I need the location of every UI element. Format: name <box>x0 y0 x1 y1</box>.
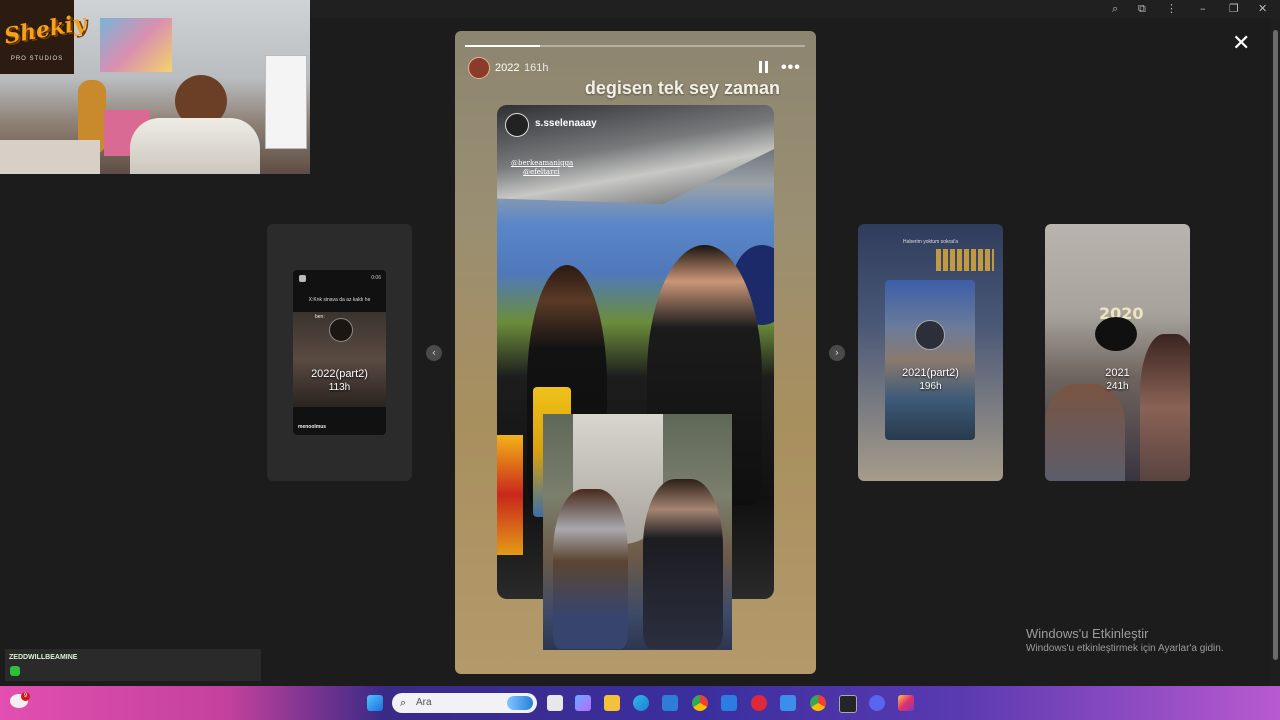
more-options-icon[interactable]: ••• <box>781 59 801 77</box>
story-card-prev-preview: 0:06 X:Knk sinava da az kaldı he ben: me… <box>293 270 386 435</box>
restore-icon[interactable]: ❐ <box>1229 2 1239 15</box>
emoji-row <box>936 249 994 271</box>
story-avatar[interactable] <box>468 57 490 79</box>
card-next-1-inner-text: Haberim yoktum sokrat'a <box>902 239 959 245</box>
pause-icon[interactable] <box>759 61 769 73</box>
app-icon[interactable] <box>780 695 796 711</box>
discord-icon[interactable] <box>869 695 885 711</box>
search-icon: ⌕ <box>400 696 407 709</box>
inner-user: menoolmus <box>298 424 327 430</box>
chat-username: ZEDDWILLBEAMINE <box>9 654 78 661</box>
chrome-profile-icon[interactable] <box>810 695 826 711</box>
search-placeholder: Ara <box>416 697 432 708</box>
story-caption: degisen tek sey zaman <box>584 78 780 98</box>
minimize-icon[interactable]: – <box>1200 2 1206 15</box>
chevron-left-icon: ‹ <box>431 346 437 359</box>
story-card-next-2-time: 241h <box>1106 381 1129 392</box>
taskbar-search[interactable]: ⌕ Ara <box>392 693 537 713</box>
file-explorer-icon[interactable] <box>604 695 620 711</box>
story-progress-bar <box>465 45 805 47</box>
overlay-person-left <box>553 489 628 649</box>
chat-overlay: ZEDDWILLBEAMINE <box>5 649 261 681</box>
story-username[interactable]: 2022 <box>495 62 519 74</box>
scrollbar-thumb[interactable] <box>1273 30 1278 660</box>
outlook-icon[interactable] <box>662 695 678 711</box>
mention-1: @berkeamaniggа <box>511 159 574 167</box>
obs-icon[interactable] <box>839 695 857 713</box>
next-story-button[interactable]: › <box>829 345 845 361</box>
window-close-icon[interactable]: ✕ <box>1258 2 1267 15</box>
zoom-icon[interactable]: ⌕ <box>1112 2 1118 16</box>
activation-watermark-subtitle: Windows'u etkinleştirmek için Ayarlar'a … <box>1026 643 1224 654</box>
chat-emote-icon <box>10 666 20 676</box>
air-cooler <box>265 55 307 149</box>
inner-avatar <box>329 318 353 342</box>
instagram-icon[interactable] <box>898 695 914 711</box>
person-left <box>1045 384 1125 481</box>
close-icon[interactable]: ✕ <box>1232 33 1250 55</box>
streamer-shirt <box>130 118 260 174</box>
inner-avatar <box>1095 317 1137 351</box>
lipton-bottle <box>497 435 523 555</box>
task-view-icon[interactable] <box>547 695 563 711</box>
inner-small-text: ben: <box>315 314 325 320</box>
logo-subtext: PRO STUDIOS <box>10 56 64 62</box>
taskbar: 9 ⌕ Ara <box>0 686 1280 720</box>
channel-logo: Shekiy PRO STUDIOS <box>0 0 88 74</box>
story-card-next-2[interactable]: 2020 2021 241h <box>1045 224 1190 481</box>
store-icon[interactable] <box>721 695 737 711</box>
story-card-next-1-time: 196h <box>919 381 942 392</box>
poster <box>100 18 172 72</box>
story-card-next-2-title: 2021 <box>1105 367 1130 379</box>
embedded-username: s.sselenaaay <box>535 118 597 129</box>
inner-avatar <box>915 320 945 350</box>
search-highlight-icon <box>507 696 533 710</box>
story-progress-fill <box>465 45 540 47</box>
bed <box>0 140 100 174</box>
chrome-icon[interactable] <box>692 695 708 711</box>
person-right <box>1140 334 1190 481</box>
story-card-prev-time: 113h <box>328 382 351 393</box>
inner-caption: X:Knk sinava da az kaldı he <box>308 297 371 303</box>
edge-icon[interactable] <box>633 695 649 711</box>
activation-watermark-title: Windows'u Etkinleştir <box>1026 626 1149 641</box>
media-player-icon[interactable] <box>751 695 767 711</box>
prev-story-button[interactable]: ‹ <box>426 345 442 361</box>
logo-text: Shekiy <box>2 9 88 50</box>
active-story[interactable]: 2022 161h ••• degisen tek sey zaman s.ss… <box>455 31 816 674</box>
scrollbar[interactable] <box>1270 18 1280 686</box>
windows-start-icon[interactable] <box>367 695 383 711</box>
story-card-prev-title: 2022(part2) <box>311 368 368 380</box>
copilot-icon[interactable] <box>575 695 591 711</box>
chevron-right-icon: › <box>834 346 840 359</box>
overlay-person-right <box>643 479 723 649</box>
kebab-icon[interactable]: ⋮ <box>1166 2 1177 15</box>
inner-time: 0:06 <box>371 275 381 281</box>
story-timestamp: 161h <box>524 62 549 74</box>
story-card-next-1[interactable]: Haberim yoktum sokrat'a 2021(part2) 196h <box>858 224 1003 481</box>
puzzle-icon[interactable]: ⧉ <box>1138 2 1146 16</box>
mention-2: @efeltarci <box>523 168 560 176</box>
story-photo-overlay <box>543 414 732 650</box>
story-card-next-1-title: 2021(part2) <box>902 367 959 379</box>
camera-icon <box>299 275 306 282</box>
notification-badge: 9 <box>21 692 30 701</box>
story-card-next-1-preview <box>885 280 975 440</box>
embedded-avatar <box>505 113 529 137</box>
story-card-prev[interactable]: 0:06 X:Knk sinava da az kaldı he ben: me… <box>267 224 412 481</box>
